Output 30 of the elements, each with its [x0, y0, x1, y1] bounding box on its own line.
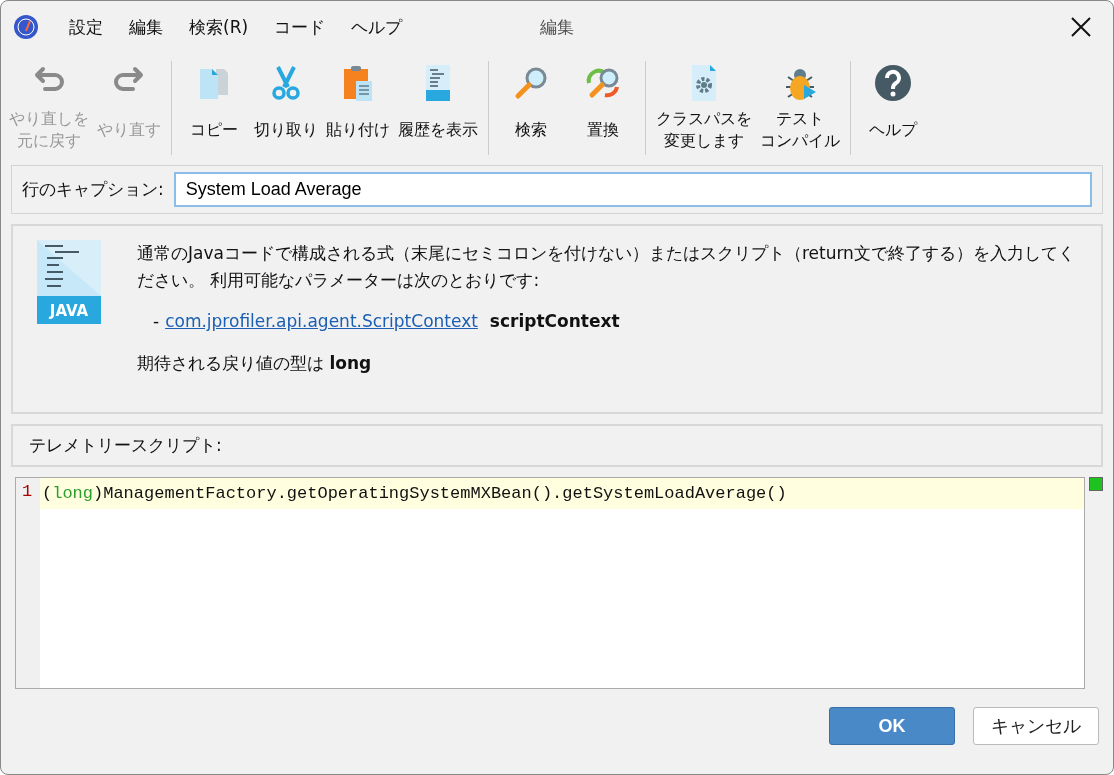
script-label: テレメトリースクリプト: [29, 435, 222, 455]
toolbar-button[interactable]: 置換 [567, 59, 639, 157]
window-title: 編集 [540, 16, 574, 37]
menu-item[interactable]: ヘルプ [341, 11, 413, 43]
menu-item[interactable]: 設定 [59, 11, 113, 43]
description-text: 通常のJavaコードで構成される式（末尾にセミコロンを付けない）またはスクリプト（return文で終了する）を入力してください。 利用可能なパラメーターは次のとおりです: [137, 242, 1076, 293]
dialog-button[interactable]: OK [829, 707, 955, 745]
toolbar-button[interactable]: コピー [178, 59, 250, 157]
caption-input-field[interactable]: System Load Average [173, 172, 1092, 207]
code-editor[interactable]: 1 (long)ManagementFactory.getOperatingSystemMXBean().getSystemLoadAverage() [15, 477, 1085, 689]
parameter-type-link[interactable]: com.jprofiler.api.agent.ScriptContext [165, 308, 478, 336]
toolbar-button[interactable]: 切り取り [250, 59, 322, 157]
app-logo-icon [13, 14, 39, 40]
menu-item[interactable]: コード [264, 11, 336, 43]
java-file-icon: JAVA [37, 240, 101, 324]
help-icon [873, 63, 913, 103]
return-type-text: 期待される戻り値の型は long [137, 351, 373, 375]
toolbar-button[interactable]: クラスパスを 変更します [652, 59, 756, 157]
menu-item[interactable]: 編集 [119, 11, 173, 43]
toolbar-button[interactable]: テスト コンパイル [756, 59, 844, 157]
parameter-name: scriptContext [489, 310, 620, 334]
dialog-button[interactable]: キャンセル [973, 707, 1099, 745]
toolbar-button[interactable]: 履歴を表示 [394, 59, 482, 157]
menu-item[interactable]: 検索(R) [179, 11, 259, 43]
toolbar-button[interactable]: 貼り付け [322, 59, 394, 157]
line-number: 1 [21, 481, 34, 501]
toolbar-button[interactable]: ヘルプ [857, 59, 929, 157]
caption-label: 行のキャプション: [22, 178, 164, 201]
list-bullet: - [153, 310, 160, 334]
toolbar-button[interactable]: 検索 [495, 59, 567, 157]
